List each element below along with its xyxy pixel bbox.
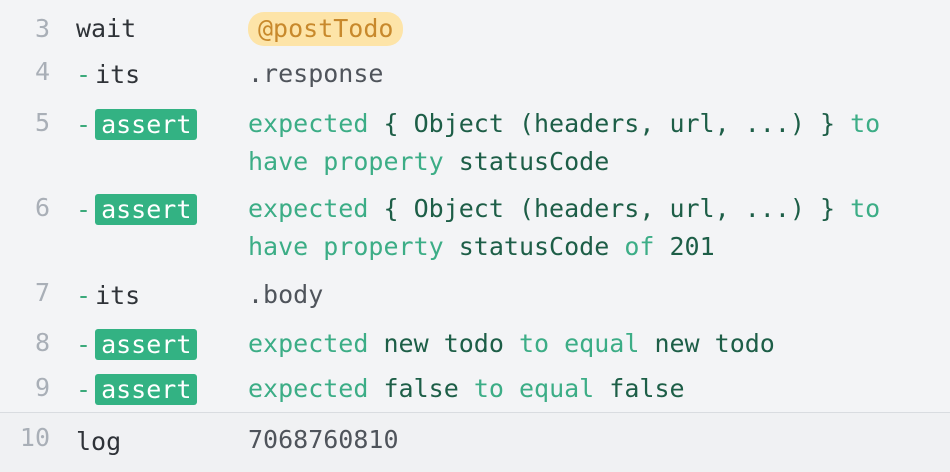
command-name: - assert bbox=[76, 374, 198, 405]
assertion-message: expected false to equal false bbox=[248, 370, 932, 408]
line-number: 6 bbox=[34, 193, 50, 222]
line-number: 3 bbox=[34, 14, 50, 43]
command-label: its bbox=[95, 281, 141, 310]
assert-badge: assert bbox=[95, 109, 198, 140]
assertion-message: expected { Object (headers, url, ...) } … bbox=[248, 190, 932, 266]
command-name: log bbox=[76, 427, 122, 456]
assertion-message: expected { Object (headers, url, ...) } … bbox=[248, 105, 932, 181]
child-dash: - bbox=[76, 375, 92, 404]
assertion-keyword: to equal bbox=[518, 329, 640, 358]
line-number: 5 bbox=[34, 108, 50, 137]
child-dash: - bbox=[76, 330, 92, 359]
child-dash: - bbox=[76, 110, 92, 139]
assertion-value: false bbox=[383, 374, 459, 403]
command-row-assert[interactable]: 9 - assert expected false to equal false bbox=[0, 370, 950, 410]
command-message: .response bbox=[248, 59, 384, 88]
assertion-keyword: expected bbox=[248, 194, 369, 223]
assertion-value: new todo bbox=[654, 329, 775, 358]
assertion-value: false bbox=[609, 374, 685, 403]
command-row-assert[interactable]: 5 - assert expected { Object (headers, ur… bbox=[0, 105, 950, 185]
line-number: 9 bbox=[34, 373, 50, 402]
command-name: wait bbox=[76, 14, 137, 43]
command-message: 7068760810 bbox=[248, 425, 399, 454]
command-row-its[interactable]: 4 - its .response bbox=[0, 57, 950, 97]
assertion-value: { Object (headers, url, ...) } bbox=[383, 109, 836, 138]
command-name: - assert bbox=[76, 329, 198, 360]
line-number: 7 bbox=[34, 278, 50, 307]
assertion-keyword: of bbox=[624, 232, 655, 261]
assert-badge: assert bbox=[95, 374, 198, 405]
child-dash: - bbox=[76, 60, 92, 89]
command-label: its bbox=[95, 60, 141, 89]
assertion-keyword: expected bbox=[248, 109, 369, 138]
command-row-wait[interactable]: 3 wait @postTodo bbox=[0, 10, 950, 50]
command-message: @postTodo bbox=[248, 10, 932, 48]
child-dash: - bbox=[76, 195, 92, 224]
assertion-value: statusCode bbox=[458, 147, 610, 176]
assertion-message: expected new todo to equal new todo bbox=[248, 325, 932, 363]
command-row-log[interactable]: 10 log 7068760810 bbox=[0, 413, 950, 472]
assertion-keyword: to bbox=[850, 194, 881, 223]
assert-badge: assert bbox=[95, 194, 198, 225]
child-dash: - bbox=[76, 281, 92, 310]
assertion-keyword: to bbox=[850, 109, 881, 138]
assertion-value: new todo bbox=[383, 329, 504, 358]
command-log: 3 wait @postTodo 4 - its .response 5 - ass… bbox=[0, 0, 950, 472]
assertion-value: 201 bbox=[669, 232, 715, 261]
command-row-assert[interactable]: 8 - assert expected new todo to equal new… bbox=[0, 325, 950, 365]
command-row-assert[interactable]: 6 - assert expected { Object (headers, ur… bbox=[0, 190, 950, 270]
line-number: 4 bbox=[34, 57, 50, 86]
assertion-value: { Object (headers, url, ...) } bbox=[383, 194, 836, 223]
alias-badge[interactable]: @postTodo bbox=[248, 12, 404, 46]
command-name: - its bbox=[76, 281, 140, 310]
line-number: 10 bbox=[19, 423, 50, 452]
assertion-keyword: expected bbox=[248, 374, 369, 403]
assertion-keyword: expected bbox=[248, 329, 369, 358]
command-name: - assert bbox=[76, 109, 198, 140]
assert-badge: assert bbox=[95, 329, 198, 360]
assertion-value: statusCode bbox=[458, 232, 610, 261]
command-row-its[interactable]: 7 - its .body bbox=[0, 278, 950, 318]
command-message: .body bbox=[248, 280, 324, 309]
assertion-keyword: to equal bbox=[473, 374, 595, 403]
command-name: - its bbox=[76, 60, 140, 89]
assertion-keyword: have property bbox=[248, 147, 444, 176]
command-name: - assert bbox=[76, 194, 198, 225]
assertion-keyword: have property bbox=[248, 232, 444, 261]
line-number: 8 bbox=[34, 328, 50, 357]
